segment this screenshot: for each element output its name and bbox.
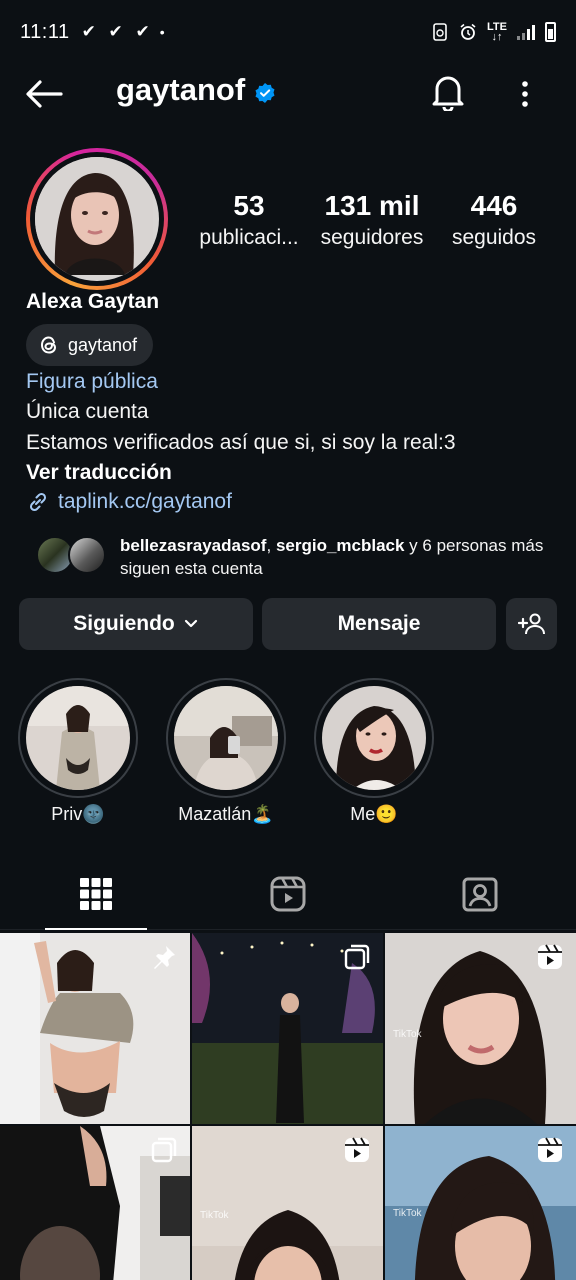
more-vertical-icon [522,81,528,107]
status-time: 11:11 [20,20,70,43]
post-thumbnail[interactable]: TikTok [192,1126,383,1280]
post-thumbnail[interactable] [0,933,190,1124]
notification-dot-icon: • [159,24,165,40]
following-label: seguidos [451,226,537,249]
grid-icon [80,877,112,910]
threads-badge[interactable]: gaytanof [26,324,154,366]
following-label: Siguiendo [73,612,175,635]
tab-reels[interactable] [192,858,384,929]
link-icon [29,492,47,512]
profile-category: Figura pública [26,370,158,393]
lte-indicator: LTE ↓↑ [487,21,507,43]
add-person-icon [517,613,545,635]
mutual-avatars [36,534,110,574]
following-stat[interactable]: 446 seguidos [444,190,544,250]
back-arrow-icon [26,80,63,108]
highlight-cover [174,686,278,790]
tab-posts-grid[interactable] [0,858,192,930]
signal-icon [517,24,535,40]
tiktok-watermark: TikTok [393,1208,422,1219]
reels-icon [270,876,306,911]
reel-icon [538,1137,562,1162]
status-bar: 11:11 ✔ ✔ ✔ • LTE ↓↑ [0,0,576,64]
profile-avatar-story-ring[interactable] [26,148,168,290]
highlight-label: Me🙂 [350,804,398,824]
story-highlight[interactable]: Me🙂 [313,678,435,825]
highlight-label: Priv🌚 [51,804,105,824]
bio-line: Única cuenta [26,400,149,423]
followers-stat[interactable]: 131 mil seguidores [314,190,430,250]
posts-label: publicaci... [199,226,299,249]
story-highlight[interactable]: Priv🌚 [17,678,139,825]
threads-icon [40,336,57,354]
reel-icon [538,944,562,969]
followers-label: seguidores [320,226,424,249]
following-button[interactable]: Siguiendo [19,598,253,650]
suggested-people-button[interactable] [506,598,557,650]
status-indicators: LTE ↓↑ [431,21,556,43]
avatar [35,157,159,281]
notifications-button[interactable] [428,70,468,114]
followed-by[interactable]: bellezasrayadasof, sergio_mcblack y 6 pe… [36,534,556,580]
post-thumbnail[interactable] [192,933,383,1124]
pin-icon [154,946,175,969]
post-thumbnail[interactable]: TikTok [385,1126,576,1280]
chevron-down-icon [184,619,197,628]
tiktok-watermark: TikTok [393,1029,422,1040]
see-translation-link[interactable]: Ver traducción [26,461,172,485]
back-button[interactable] [22,74,66,114]
posts-stat[interactable]: 53 publicaci... [196,190,302,250]
posts-grid: TikTok TikTok TikTok [0,933,576,1280]
highlight-cover [322,686,426,790]
profile-tabs [0,858,576,930]
message-button[interactable]: Mensaje [262,598,496,650]
carousel-icon [344,944,370,970]
tagged-icon [462,877,498,911]
followers-count: 131 mil [324,190,420,221]
profile-link[interactable]: taplink.cc/gaytanof [26,490,232,514]
verified-badge-icon [255,83,275,103]
following-count: 446 [470,190,518,221]
highlight-label: Mazatlán🏝️ [178,804,274,824]
battery-icon [545,22,556,42]
story-highlight[interactable]: Mazatlán🏝️ [165,678,287,825]
bio-line: Estamos verificados así que si, si soy l… [26,431,456,454]
highlight-cover [26,686,130,790]
tab-tagged[interactable] [384,858,576,929]
profile-header: gaytanof [0,64,576,122]
profile-username: gaytanof [116,72,246,107]
reel-icon [345,1137,369,1162]
tiktok-watermark: TikTok [200,1210,229,1221]
notification-check-icons: ✔ ✔ ✔ [81,22,154,41]
alarm-icon [460,23,476,40]
post-thumbnail[interactable]: TikTok [385,933,576,1124]
full-name: Alexa Gaytan [26,290,160,313]
post-thumbnail[interactable] [0,1126,190,1280]
bell-icon [432,76,464,111]
avatar-photo [35,157,153,275]
data-saver-icon [433,23,447,41]
followed-by-text: bellezasrayadasof, sergio_mcblack y 6 pe… [120,536,544,578]
posts-count: 53 [233,190,265,221]
more-options-button[interactable] [510,72,540,116]
link-text: taplink.cc/gaytanof [58,490,232,513]
message-label: Mensaje [337,612,421,635]
threads-handle: gaytanof [68,334,138,355]
avatar [68,536,106,574]
carousel-icon [151,1137,177,1163]
